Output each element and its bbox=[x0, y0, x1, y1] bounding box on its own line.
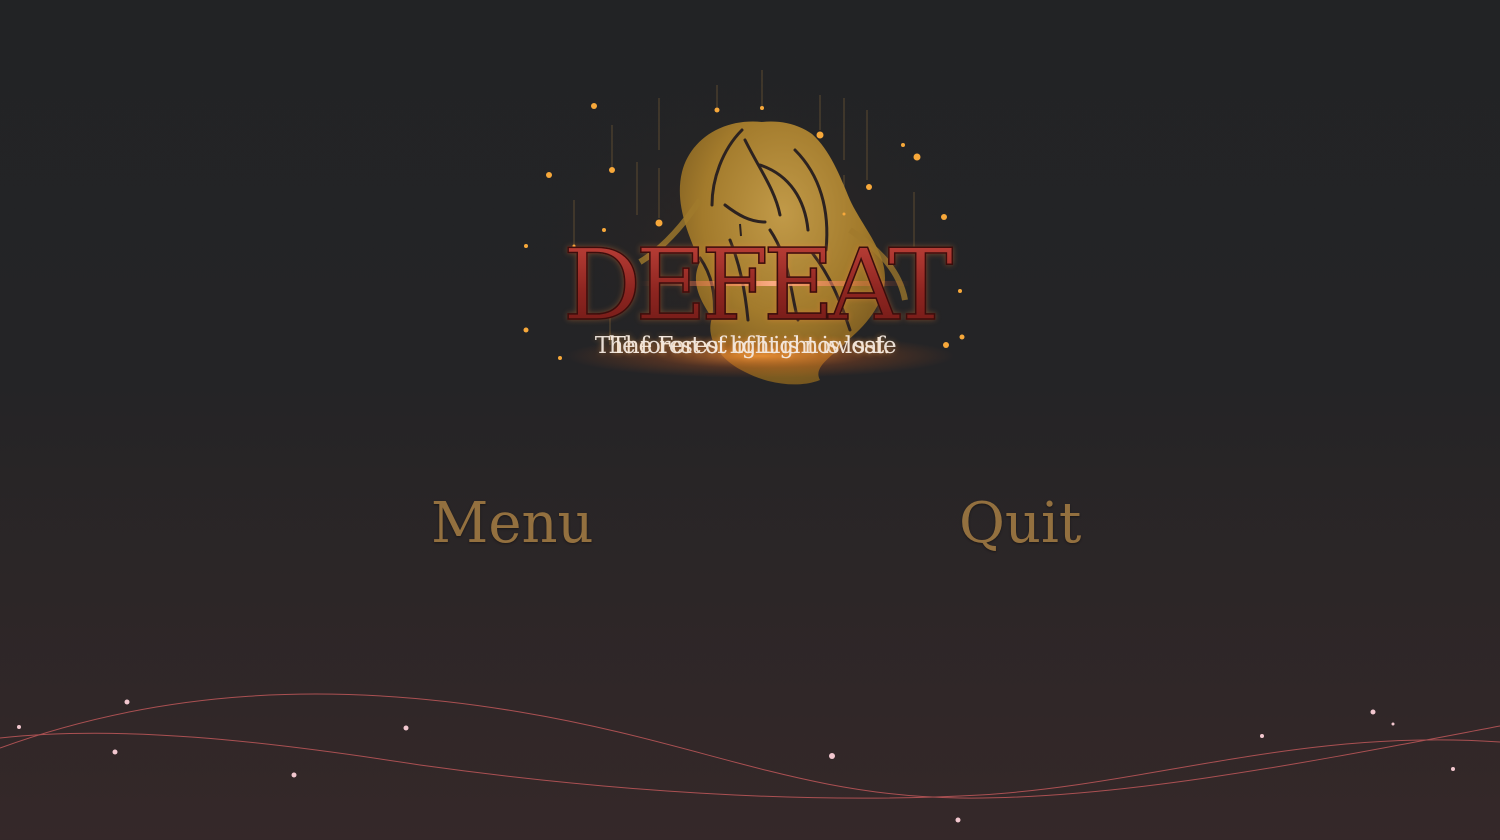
defeat-title: DEFEAT bbox=[0, 235, 1500, 337]
menu-button[interactable]: Menu bbox=[431, 492, 594, 556]
quit-button[interactable]: Quit bbox=[959, 492, 1081, 556]
defeat-screen: DEFEAT The Forest of Light is lost. The … bbox=[0, 0, 1500, 840]
defeat-subtitle-overlay: The forest of light is now safe bbox=[594, 333, 897, 359]
defeat-emblem bbox=[520, 70, 980, 410]
